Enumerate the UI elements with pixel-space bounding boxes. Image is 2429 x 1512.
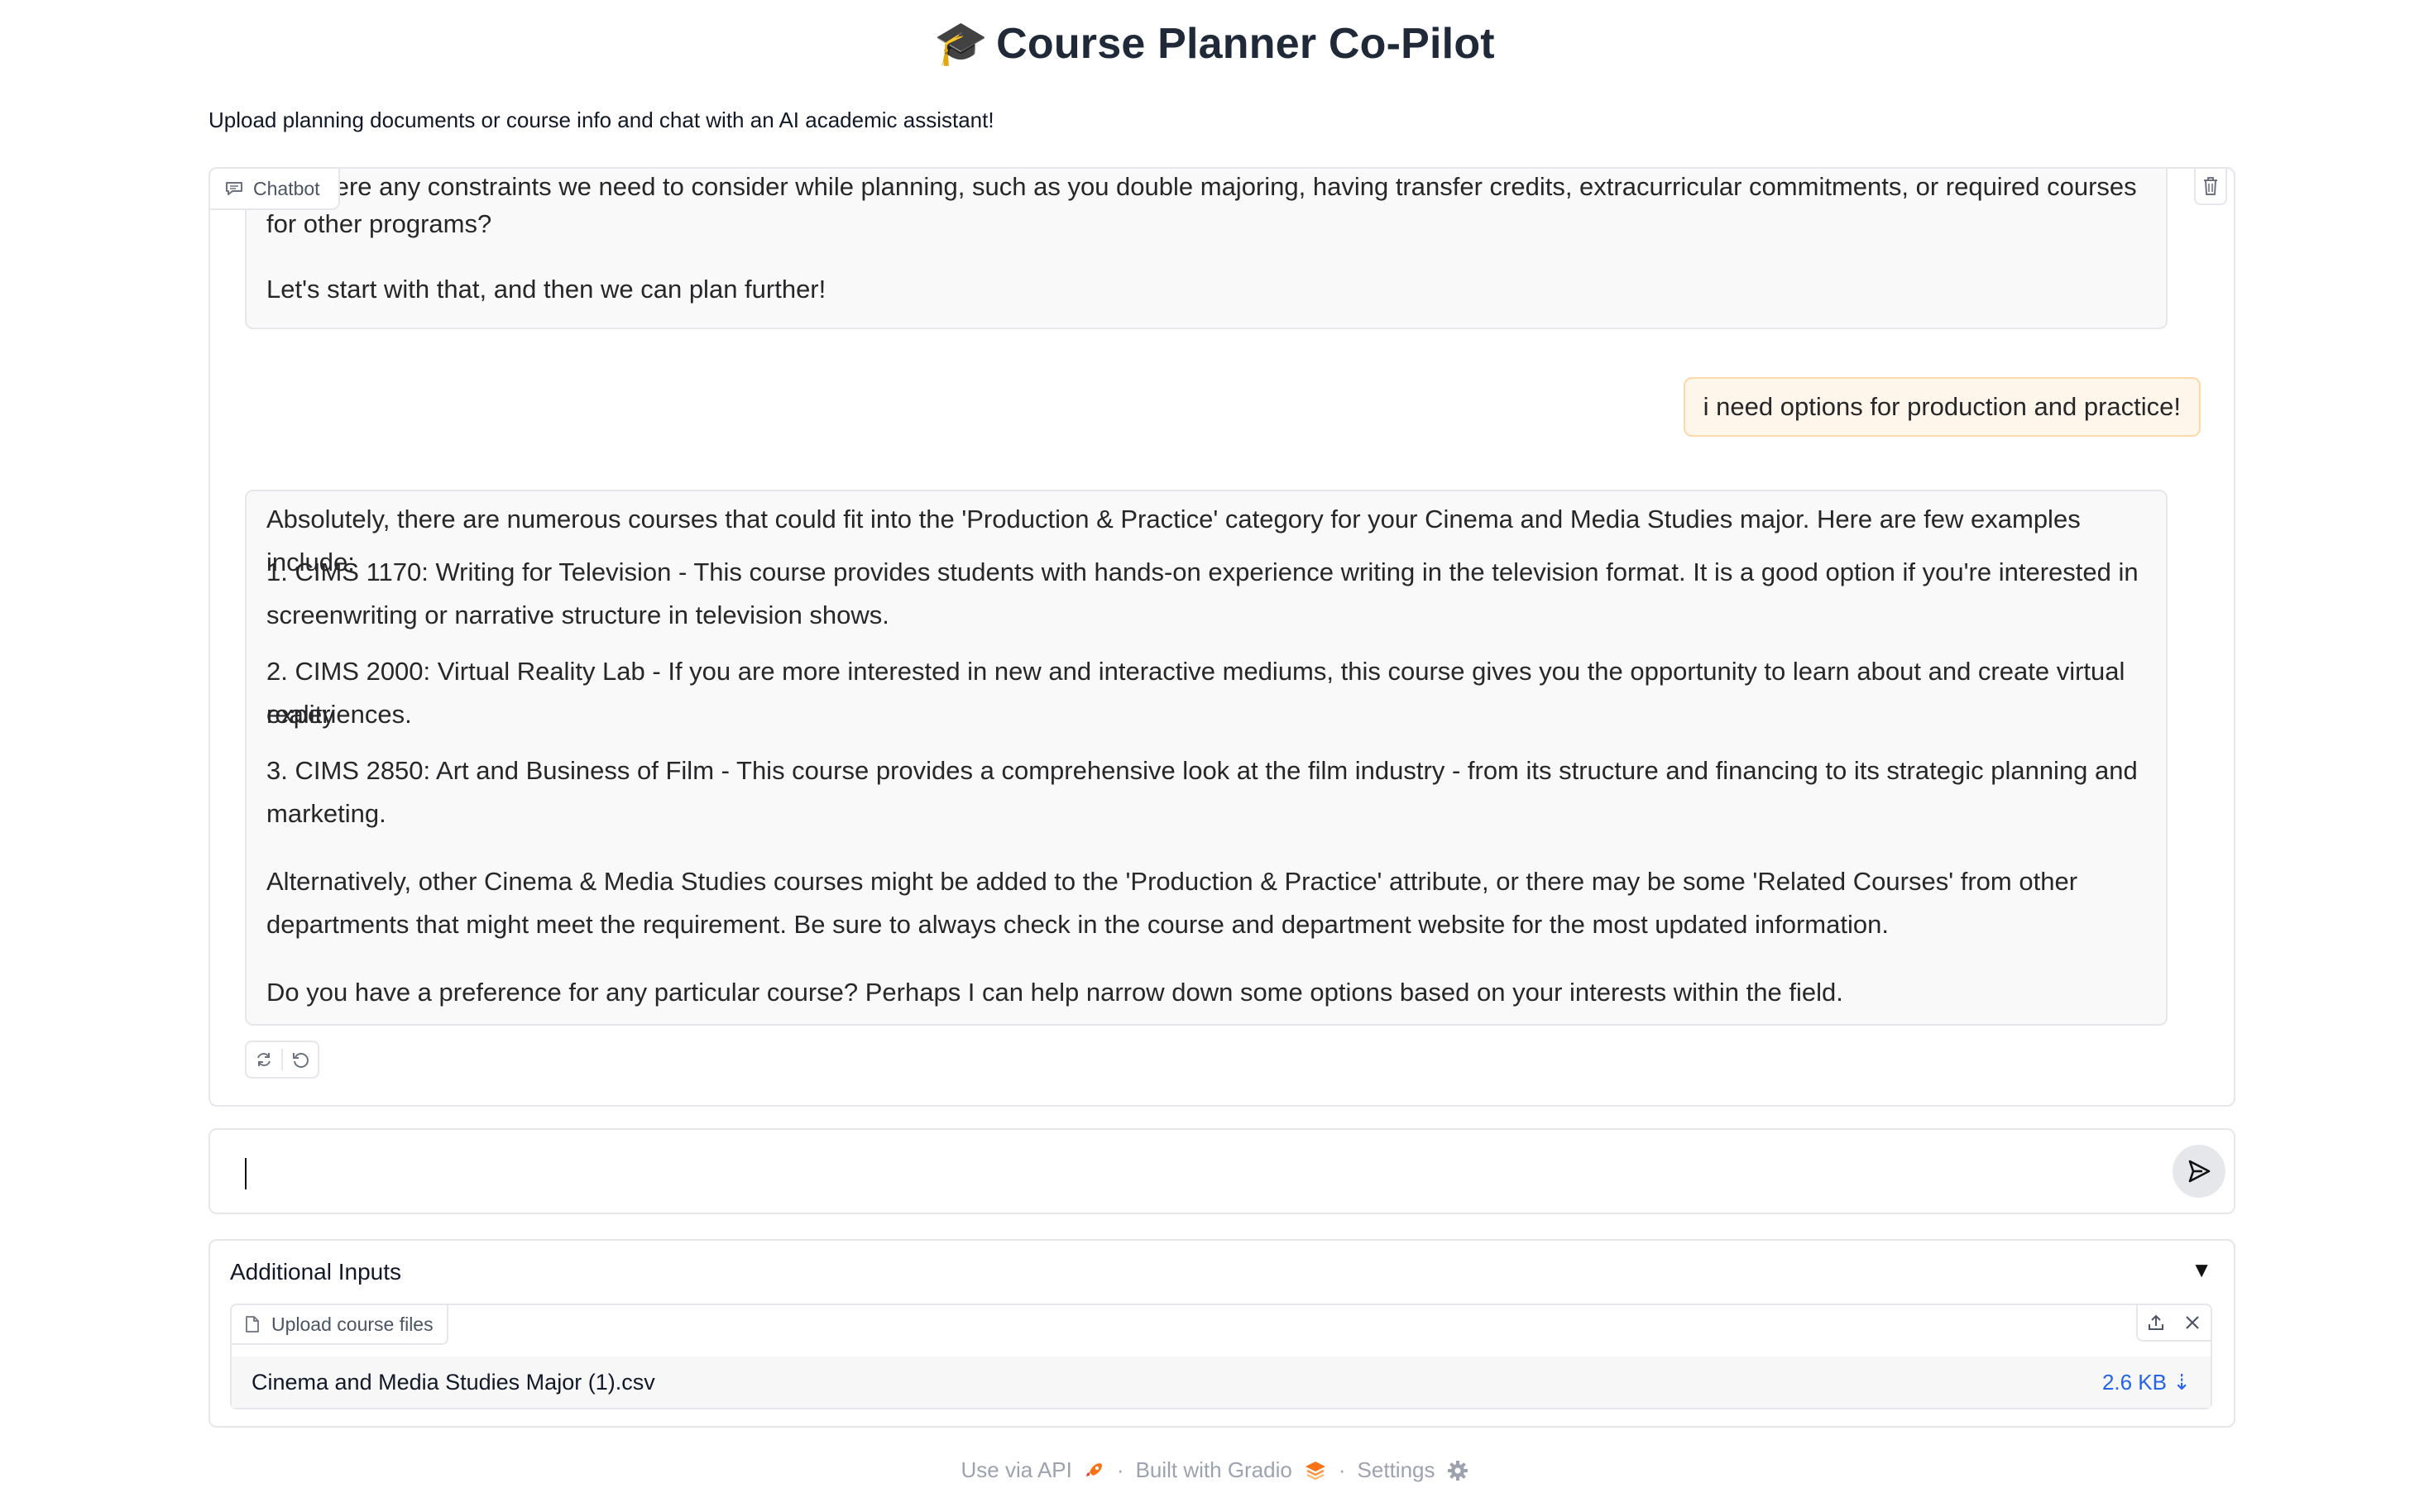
file-icon [246,1316,259,1333]
message-line: Let's start with that, and then we can p… [266,275,826,304]
chatbot-label-text: Chatbot [253,177,320,199]
footer: Use via API · Built with Gradio · Settin… [0,1457,2429,1483]
uploaded-file-row: Cinema and Media Studies Major (1).csv 2… [232,1356,2211,1408]
chat-bubble-icon [226,182,242,195]
refresh-icon [257,1053,271,1066]
upload-button[interactable] [2138,1305,2174,1340]
file-name: Cinema and Media Studies Major (1).csv [252,1369,655,1395]
message-paragraph: 3. CIMS 2850: Art and Business of Film -… [266,756,2138,785]
upload-icon [2149,1314,2163,1330]
page-subtitle: Upload planning documents or course info… [208,108,994,132]
message-paragraph: Alternatively, other Cinema & Media Stud… [266,867,2078,896]
assistant-message: Absolutely, there are numerous courses t… [245,490,2168,1026]
undo-icon [292,1053,309,1068]
app-root: 🎓 Course Planner Co-Pilot Upload planning… [0,0,2429,1512]
message-input[interactable] [242,1151,2144,1194]
file-upload-panel: Upload course files Cinema and Media Stu… [230,1304,2212,1409]
message-paragraph: Do you have a preference for any particu… [266,978,1843,1007]
retry-button[interactable] [247,1042,281,1077]
message-paragraph: marketing. [266,799,386,828]
clear-chat-button[interactable] [2194,169,2227,205]
page-title-text: Course Planner Co-Pilot [996,20,1495,68]
send-icon [2188,1160,2211,1183]
user-message-text: i need options for production and practi… [1703,392,2181,421]
file-actions [2136,1305,2211,1342]
separator: · [1338,1457,1346,1482]
file-download-link[interactable]: 2.6 KB ⇣ [2102,1370,2191,1395]
clear-file-button[interactable] [2174,1305,2211,1340]
accordion-title[interactable]: Additional Inputs [230,1259,401,1285]
message-paragraph: screenwriting or narrative structure in … [266,600,889,629]
additional-inputs-accordion: Additional Inputs ▼ Upload course files [208,1239,2235,1428]
built-with-gradio-link[interactable]: Built with Gradio [1136,1457,1292,1483]
send-button[interactable] [2173,1145,2225,1198]
message-paragraph: 1. CIMS 1170: Writing for Television - T… [266,557,2139,586]
message-line: Are there any constraints we need to con… [266,172,2137,201]
page-title: 🎓 Course Planner Co-Pilot [0,18,2429,69]
chatbot-panel[interactable]: Chatbot Are there any constraints we nee… [208,167,2235,1107]
upload-label-text: Upload course files [271,1313,434,1335]
caret-down-icon[interactable]: ▼ [2191,1257,2212,1283]
graduation-cap-icon: 🎓 [934,20,989,68]
use-via-api-link[interactable]: Use via API [961,1457,1071,1483]
undo-button[interactable] [283,1042,318,1077]
assistant-message: Are there any constraints we need to con… [245,169,2168,329]
gear-icon [1447,1460,1468,1481]
message-input-container [208,1128,2235,1214]
chatbot-label: Chatbot [210,169,340,210]
separator: · [1116,1457,1124,1482]
message-actions [245,1041,319,1079]
message-paragraph: experiences. [266,700,412,729]
text-cursor [245,1158,247,1189]
rocket-icon [1085,1462,1102,1476]
trash-icon [2204,177,2217,195]
close-icon [2186,1316,2199,1329]
settings-link[interactable]: Settings [1358,1457,1435,1483]
user-message: i need options for production and practi… [1683,377,2201,437]
message-paragraph: departments that might meet the requirem… [266,910,1889,939]
upload-label: Upload course files [232,1305,448,1345]
gradio-logo-icon [1305,1461,1325,1480]
